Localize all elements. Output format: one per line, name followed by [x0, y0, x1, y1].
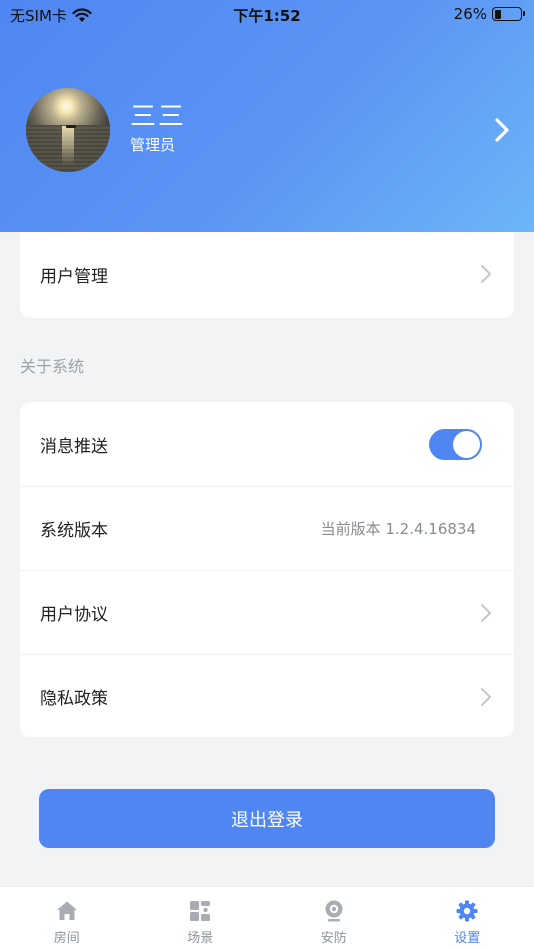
home-icon [56, 901, 77, 920]
system-version-label: 系统版本 [40, 521, 108, 541]
account-card: 用户管理 [20, 232, 514, 318]
user-agreement-label: 用户协议 [40, 605, 108, 625]
system-version-value: 当前版本 1.2.4.16834 [320, 520, 476, 538]
profile-header: 无SIM卡 下午1:52 26% 三三 管理员 [0, 0, 534, 232]
status-right: 26% [453, 5, 525, 23]
tab-scenes-label: 场景 [187, 931, 214, 946]
logout-button[interactable]: 退出登录 [39, 789, 495, 848]
tab-settings-label: 设置 [454, 931, 481, 946]
chevron-right-icon [481, 265, 491, 283]
push-notification-row: 消息推送 [20, 402, 514, 486]
avatar-reflection [62, 126, 74, 166]
push-notification-label: 消息推送 [40, 436, 108, 457]
user-name: 三三 [130, 102, 187, 132]
battery-fill [494, 9, 501, 19]
tab-security[interactable]: 安防 [267, 887, 401, 950]
grid-icon [190, 901, 211, 921]
avatar[interactable] [26, 88, 110, 172]
tab-bar: 房间 场景 安防 设置 [0, 886, 534, 950]
toggle-knob [453, 431, 480, 458]
gear-icon [456, 900, 478, 922]
avatar-boat [66, 125, 76, 128]
about-section-title: 关于系统 [20, 357, 85, 376]
tab-rooms-label: 房间 [53, 931, 80, 946]
user-role: 管理员 [130, 136, 176, 154]
user-agreement-row[interactable]: 用户协议 [20, 570, 514, 654]
battery-icon [492, 7, 525, 21]
system-version-row: 系统版本 当前版本 1.2.4.16834 [20, 486, 514, 570]
chevron-right-icon [481, 688, 491, 706]
chevron-right-icon[interactable] [488, 116, 516, 144]
tab-security-label: 安防 [320, 931, 347, 946]
tab-rooms[interactable]: 房间 [0, 887, 134, 950]
camera-icon [325, 900, 343, 922]
tab-scenes[interactable]: 场景 [134, 887, 268, 950]
privacy-policy-label: 隐私政策 [40, 689, 108, 709]
profile-row[interactable]: 三三 管理员 [26, 88, 516, 172]
status-bar: 无SIM卡 下午1:52 26% [0, 0, 534, 28]
about-card: 消息推送 系统版本 当前版本 1.2.4.16834 用户协议 隐私政策 [20, 402, 514, 737]
user-management-row[interactable]: 用户管理 [20, 232, 514, 316]
user-management-label: 用户管理 [40, 266, 108, 287]
privacy-policy-row[interactable]: 隐私政策 [20, 654, 514, 738]
battery-percent: 26% [453, 5, 487, 23]
chevron-right-icon [481, 604, 491, 622]
tab-settings[interactable]: 设置 [401, 887, 534, 950]
push-notification-toggle[interactable] [429, 429, 482, 460]
